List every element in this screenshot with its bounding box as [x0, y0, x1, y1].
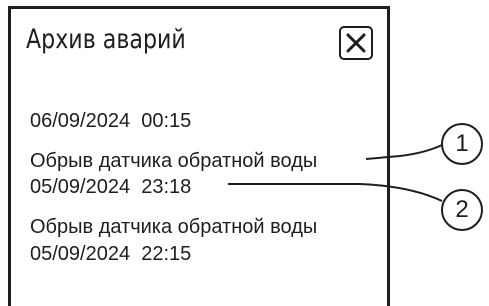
callout-marker-1: 1 [441, 123, 483, 165]
callout-leader-lines [228, 144, 443, 202]
callout-marker-2: 2 [441, 189, 483, 231]
callout-2-leader-line [228, 183, 443, 202]
callout-1-leader-line [365, 144, 443, 160]
